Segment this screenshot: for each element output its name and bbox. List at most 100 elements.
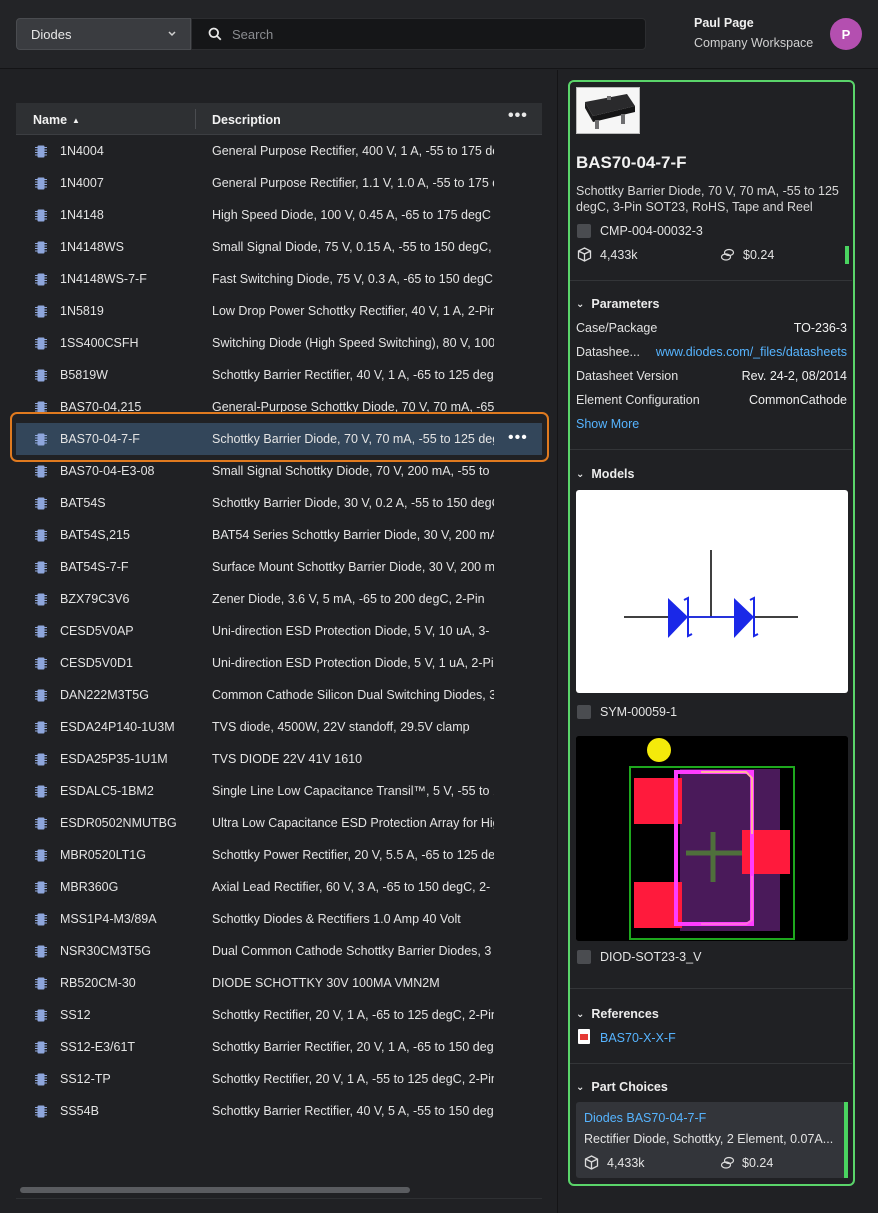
horizontal-scrollbar[interactable] (20, 1187, 410, 1193)
sort-asc-icon: ▲ (72, 116, 80, 125)
component-chip-icon (35, 625, 47, 638)
table-row[interactable]: 1SS400CSFH Switching Diode (High Speed Sw… (16, 327, 542, 359)
table-row[interactable]: BZX79C3V6 Zener Diode, 3.6 V, 5 mA, -65 t… (16, 583, 542, 615)
parameter-name: Element Configuration (576, 393, 700, 407)
symbol-checkbox[interactable] (577, 705, 591, 719)
table-row[interactable]: SS54B Schottky Barrier Rectifier, 40 V, 5… (16, 1095, 542, 1127)
component-chip-icon (35, 145, 47, 158)
section-divider (570, 280, 852, 281)
table-row[interactable]: 1N4007 General Purpose Rectifier, 1.1 V, … (16, 167, 542, 199)
datasheet-link[interactable]: www.diodes.com/_files/datasheets (656, 345, 847, 359)
category-dropdown[interactable]: Diodes (16, 18, 191, 50)
table-row[interactable]: 1N4148WS Small Signal Diode, 75 V, 0.15 A… (16, 231, 542, 263)
parameter-name: Case/Package (576, 321, 658, 335)
table-row[interactable]: 1N5819 Low Drop Power Schottky Rectifier,… (16, 295, 542, 327)
table-row[interactable]: SS12-E3/61T Schottky Barrier Rectifier, 2… (16, 1031, 542, 1063)
part-number: 1N4148WS-7-F (60, 272, 147, 286)
table-row[interactable]: CESD5V0D1 Uni-direction ESD Protection Di… (16, 647, 542, 679)
part-description: Schottky Barrier Rectifier, 40 V, 1 A, -… (212, 368, 494, 382)
avatar[interactable]: P (830, 18, 862, 50)
part-number: SS12-E3/61T (60, 1040, 136, 1054)
table-row[interactable]: BAT54S Schottky Barrier Diode, 30 V, 0.2 … (16, 487, 542, 519)
table-row[interactable]: ESDALC5-1BM2 Single Line Low Capacitance … (16, 775, 542, 807)
parameter-name: Datashee... (576, 345, 640, 359)
table-row[interactable]: DAN222M3T5G Common Cathode Silicon Dual S… (16, 679, 542, 711)
search-placeholder: Search (232, 26, 274, 42)
component-chip-icon (35, 657, 47, 670)
chevron-down-icon (168, 31, 176, 37)
component-chip-icon (35, 529, 47, 542)
show-more-link[interactable]: Show More (576, 417, 639, 431)
dual-diode-symbol (624, 550, 798, 638)
part-number: 1N4004 (60, 144, 104, 158)
part-choice-card[interactable]: Diodes BAS70-04-7-F Rectifier Diode, Sch… (576, 1102, 848, 1178)
part-description: Zener Diode, 3.6 V, 5 mA, -65 to 200 deg… (212, 592, 485, 606)
cmp-checkbox[interactable] (577, 224, 591, 238)
part-description: Schottky Barrier Rectifier, 40 V, 5 A, -… (212, 1104, 494, 1118)
reference-link[interactable]: BAS70-X-X-F (600, 1031, 676, 1045)
table-row[interactable]: CESD5V0AP Uni-direction ESD Protection Di… (16, 615, 542, 647)
component-chip-icon (35, 849, 47, 862)
table-row[interactable]: ESDA25P35-1U1M TVS DIODE 22V 41V 1610 (16, 743, 542, 775)
component-chip-icon (35, 1073, 47, 1086)
stock-value: 4,433k (600, 248, 638, 262)
column-header-description[interactable]: Description (212, 113, 281, 127)
part-number: ESDR0502NMUTBG (60, 816, 177, 830)
part-description: TVS DIODE 22V 41V 1610 (212, 752, 363, 766)
component-chip-icon (35, 593, 47, 606)
part-description: General Purpose Rectifier, 400 V, 1 A, -… (212, 144, 494, 158)
parameters-header[interactable]: ⌄ Parameters (576, 297, 660, 311)
part-number: CESD5V0D1 (60, 656, 133, 670)
table-row[interactable]: RB520CM-30 DIODE SCHOTTKY 30V 100MA VMN2M (16, 967, 542, 999)
table-row[interactable]: SS12-TP Schottky Rectifier, 20 V, 1 A, -5… (16, 1063, 542, 1095)
component-chip-icon (35, 465, 47, 478)
part-description: Schottky Rectifier, 20 V, 1 A, -65 to 12… (212, 1008, 494, 1022)
part-choices-header[interactable]: ⌄ Part Choices (576, 1080, 668, 1094)
component-chip-icon (35, 241, 47, 254)
component-chip-icon (35, 1009, 47, 1022)
table-row[interactable]: BAT54S,215 BAT54 Series Schottky Barrier … (16, 519, 542, 551)
part-description: Schottky Rectifier, 20 V, 1 A, -55 to 12… (212, 1072, 494, 1086)
part-number: MBR360G (60, 880, 119, 894)
table-row[interactable]: ESDA24P140-1U3M TVS diode, 4500W, 22V sta… (16, 711, 542, 743)
references-header[interactable]: ⌄ References (576, 1007, 659, 1021)
part-description: Schottky Diodes & Rectifiers 1.0 Amp 40 … (212, 912, 461, 926)
table-row[interactable]: MBR360G Axial Lead Rectifier, 60 V, 3 A, … (16, 871, 542, 903)
column-header-name[interactable]: Name ▲ (33, 113, 80, 127)
footprint-preview[interactable] (576, 736, 848, 941)
component-chip-icon (35, 305, 47, 318)
symbol-name: SYM-00059-1 (600, 705, 678, 719)
table-row[interactable]: 1N4148 High Speed Diode, 100 V, 0.45 A, -… (16, 199, 542, 231)
table-row[interactable]: 1N4148WS-7-F Fast Switching Diode, 75 V, … (16, 263, 542, 295)
cmp-id: CMP-004-00032-3 (600, 224, 703, 238)
table-row[interactable]: B5819W Schottky Barrier Rectifier, 40 V, … (16, 359, 542, 391)
component-chip-icon (35, 817, 47, 830)
stock-box-icon (577, 247, 592, 262)
table-row[interactable]: SS12 Schottky Rectifier, 20 V, 1 A, -65 t… (16, 999, 542, 1031)
part-number: BAT54S-7-F (60, 560, 129, 574)
search-input[interactable]: Search (191, 18, 646, 50)
chevron-down-icon: ⌄ (576, 1009, 585, 1020)
symbol-preview[interactable] (576, 490, 848, 693)
component-chip-icon (35, 881, 47, 894)
table-row[interactable]: BAT54S-7-F Surface Mount Schottky Barrier… (16, 551, 542, 583)
table-row[interactable]: ESDR0502NMUTBG Ultra Low Capacitance ESD … (16, 807, 542, 839)
component-chip-icon (35, 209, 47, 222)
parameter-name: Datasheet Version (576, 369, 679, 383)
table-row[interactable]: MBR0520LT1G Schottky Power Rectifier, 20 … (16, 839, 542, 871)
chevron-down-icon: ⌄ (576, 469, 585, 480)
table-row[interactable]: MSS1P4-M3/89A Schottky Diodes & Rectifier… (16, 903, 542, 935)
column-divider[interactable] (195, 109, 196, 129)
more-options-icon[interactable]: ••• (508, 107, 528, 125)
table-row[interactable]: 1N4004 General Purpose Rectifier, 400 V, … (16, 135, 542, 167)
component-chip-icon (35, 497, 47, 510)
table-row[interactable]: NSR30CM3T5G Dual Common Cathode Schottky … (16, 935, 542, 967)
part-description: Ultra Low Capacitance ESD Protection Arr… (212, 816, 494, 830)
footprint-checkbox[interactable] (577, 950, 591, 964)
part-description: Surface Mount Schottky Barrier Diode, 30… (212, 560, 494, 574)
part-choice-description: Rectifier Diode, Schottky, 2 Element, 0.… (584, 1132, 834, 1146)
models-header[interactable]: ⌄ Models (576, 467, 634, 481)
workspace-name: Company Workspace (694, 36, 814, 50)
part-choice-title[interactable]: Diodes BAS70-04-7-F (584, 1111, 706, 1125)
panel-divider[interactable] (557, 70, 558, 1213)
